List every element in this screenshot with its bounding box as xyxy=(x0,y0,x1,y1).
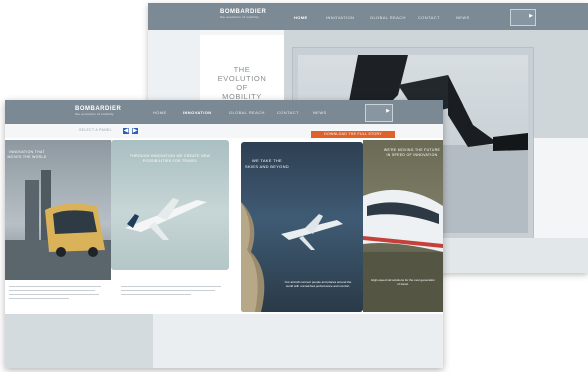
panel-jet[interactable]: THROUGH INNOVATION WE CREATE NEW POSSIBI… xyxy=(111,140,229,270)
back-title-line: OF xyxy=(236,83,248,92)
back-nav-global-reach[interactable]: GLOBAL REACH xyxy=(370,15,406,20)
front-logo-subtitle: the evolution of mobility xyxy=(75,112,114,116)
back-nav-news[interactable]: NEWS xyxy=(456,15,470,20)
panel-bus-body-line xyxy=(9,298,69,299)
bus-illustration xyxy=(5,170,111,280)
front-logo[interactable]: BOMBARDIER the evolution of mobility xyxy=(75,106,121,116)
panel-jet-body-line xyxy=(121,290,215,291)
front-nav-bar: BOMBARDIER the evolution of mobility HOM… xyxy=(5,100,443,124)
prev-arrow-icon[interactable]: ◀ xyxy=(123,128,129,134)
panel-jet-body-line xyxy=(121,286,221,287)
download-cta-button[interactable]: DOWNLOAD THE FULL STORY xyxy=(311,131,395,138)
high-speed-train-illustration xyxy=(363,189,443,312)
panel-train[interactable]: WE'RE MOVING THE FUTURE IN SPEED OF INNO… xyxy=(363,140,443,312)
back-close-button[interactable]: ▶ xyxy=(510,9,536,26)
front-close-button[interactable]: ▶ xyxy=(365,104,393,122)
back-nav-contact[interactable]: CONTACT xyxy=(418,15,440,20)
panel-jet-body-line xyxy=(121,294,191,295)
front-subnav-text: SELECT A PANEL xyxy=(79,128,112,132)
front-browser-window: BOMBARDIER the evolution of mobility HOM… xyxy=(5,100,443,368)
front-nav-global-reach[interactable]: GLOBAL REACH xyxy=(229,110,265,115)
back-nav-bar: BOMBARDIER the evolution of mobility HOM… xyxy=(148,3,588,30)
panel-train-caption: High-speed rail solutions for the next g… xyxy=(371,278,435,286)
front-footer-left xyxy=(5,314,153,368)
back-title-line: THE xyxy=(233,65,251,74)
front-nav-news[interactable]: NEWS xyxy=(313,110,327,115)
front-nav-home[interactable]: HOME xyxy=(153,110,167,115)
back-logo[interactable]: BOMBARDIER the evolution of mobility xyxy=(220,9,266,19)
next-arrow-icon[interactable]: ▶ xyxy=(132,128,138,134)
panel-bus-body-line xyxy=(9,294,99,295)
panel-train-text: WE'RE MOVING THE FUTURE IN SPEED OF INNO… xyxy=(383,148,441,157)
panel-bus-text: INNOVATION THAT MOVES THE WORLD xyxy=(7,150,47,159)
back-logo-subtitle: the evolution of mobility xyxy=(220,15,259,19)
front-nav-contact[interactable]: CONTACT xyxy=(277,110,299,115)
panel-coast-text: WE TAKE THE SKIES AND BEYOND xyxy=(245,158,289,169)
front-close-arrow-icon: ▶ xyxy=(386,108,390,114)
back-nav-innovation[interactable]: INNOVATION xyxy=(326,15,354,20)
front-nav-innovation[interactable]: INNOVATION xyxy=(183,110,212,115)
back-close-arrow-icon: ▶ xyxy=(529,13,533,19)
panel-jet-text: THROUGH INNOVATION WE CREATE NEW POSSIBI… xyxy=(129,154,211,163)
panel-bus[interactable]: INNOVATION THAT MOVES THE WORLD xyxy=(5,140,111,280)
panel-bus-body-line xyxy=(9,290,95,291)
panel-coast-caption: Our aircraft connect people and places a… xyxy=(284,280,352,288)
back-title: THE EVOLUTION OF MOBILITY xyxy=(200,65,284,101)
panel-coast[interactable]: WE TAKE THE SKIES AND BEYOND Our aircraf… xyxy=(241,142,363,312)
back-title-line: EVOLUTION xyxy=(217,74,267,83)
back-nav-home[interactable]: HOME xyxy=(294,15,308,20)
panel-bus-body-line xyxy=(9,286,101,287)
